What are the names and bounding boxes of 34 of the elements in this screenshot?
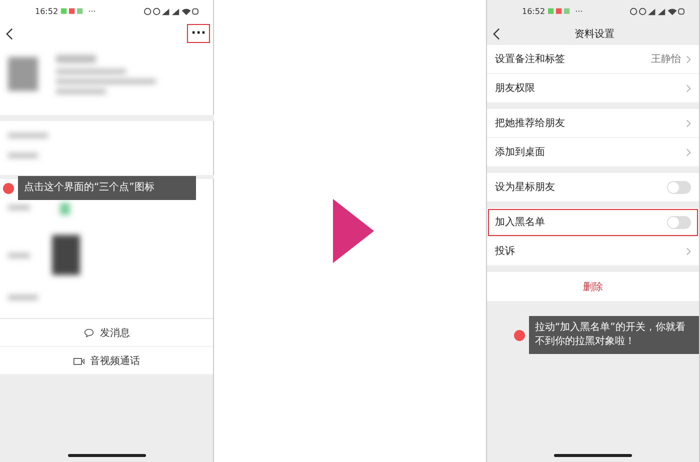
video-camera-icon [73, 356, 85, 366]
notification-icons [61, 8, 86, 14]
warning-icon [3, 182, 14, 194]
toggle-switch[interactable] [667, 180, 691, 194]
chevron-right-icon [686, 54, 691, 64]
back-icon[interactable] [6, 28, 13, 40]
delete-button[interactable]: 删除 [487, 272, 699, 301]
status-more: ··· [575, 6, 583, 16]
status-time: 16:52 [522, 6, 546, 16]
settings-row[interactable]: 设置备注和标签 王静怡 [487, 45, 699, 74]
chevron-right-icon [686, 84, 691, 92]
settings-row[interactable]: 朋友权限 [487, 74, 699, 103]
next-arrow-icon [332, 199, 374, 263]
tip-text: 拉动“加入黑名单”的开关，你就看不到你的拉黑对象啦！ [529, 316, 699, 354]
page-title: 资料设置 [574, 28, 614, 40]
tip-text: 点击这个界面的“三个点”图标 [18, 176, 196, 200]
notification-icons [548, 8, 572, 14]
system-status-icons [141, 6, 201, 16]
status-time: 16:52 [35, 6, 58, 16]
system-status-icons [627, 6, 687, 16]
chevron-right-icon [686, 246, 691, 256]
chevron-right-icon [686, 118, 691, 128]
settings-row[interactable]: 添加到桌面 [487, 138, 699, 167]
settings-row[interactable]: 把她推荐给朋友 [487, 109, 699, 138]
settings-row[interactable]: 投诉 [487, 237, 699, 266]
toggle-switch[interactable] [667, 216, 691, 228]
chat-bubble-icon [83, 328, 95, 338]
more-button[interactable]: ··· [187, 24, 210, 43]
status-more: ··· [88, 6, 96, 16]
settings-row[interactable]: 设为星标朋友 [487, 173, 699, 202]
back-icon[interactable] [493, 28, 500, 40]
chevron-right-icon [686, 148, 691, 156]
warning-icon [514, 330, 525, 340]
settings-row[interactable]: 加入黑名单 [487, 208, 699, 237]
